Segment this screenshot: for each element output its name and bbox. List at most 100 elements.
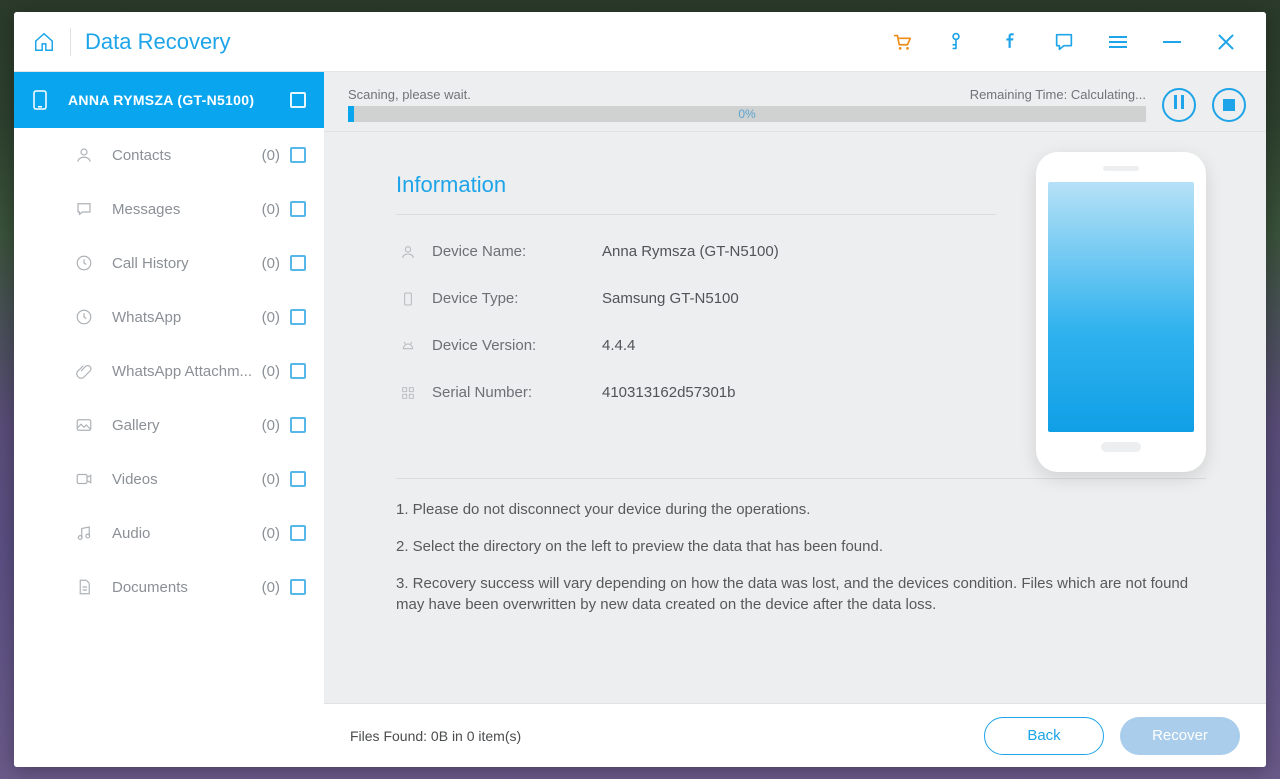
category-checkbox[interactable]: [290, 525, 306, 541]
sidebar-item-audio[interactable]: Audio (0): [14, 506, 324, 560]
person-icon: [396, 244, 420, 260]
device-type-label: Device Type:: [432, 290, 602, 307]
device-name-label: Device Name:: [432, 243, 602, 260]
scan-status: Scaning, please wait.: [348, 87, 471, 102]
category-label: Audio: [112, 525, 258, 542]
sidebar-item-gallery[interactable]: Gallery (0): [14, 398, 324, 452]
stop-icon: [1223, 99, 1235, 111]
category-label: Contacts: [112, 147, 258, 164]
device-header[interactable]: ANNA RYMSZA (GT-N5100): [14, 72, 324, 128]
category-checkbox[interactable]: [290, 471, 306, 487]
sidebar-item-documents[interactable]: Documents (0): [14, 560, 324, 614]
category-checkbox[interactable]: [290, 579, 306, 595]
category-checkbox[interactable]: [290, 201, 306, 217]
close-button[interactable]: [1206, 22, 1246, 62]
callhistory-icon: [72, 254, 96, 272]
category-checkbox[interactable]: [290, 147, 306, 163]
category-count: (0): [262, 525, 280, 542]
category-count: (0): [262, 309, 280, 326]
home-button[interactable]: [24, 22, 64, 62]
home-icon: [33, 31, 55, 53]
messages-icon: [72, 200, 96, 218]
notes: 1. Please do not disconnect your device …: [396, 499, 1206, 615]
sidebar-item-whatsapp[interactable]: WhatsApp (0): [14, 290, 324, 344]
chat-icon: [1053, 31, 1075, 53]
category-count: (0): [262, 201, 280, 218]
contacts-icon: [72, 146, 96, 164]
phone-icon: [28, 90, 52, 110]
files-found-status: Files Found: 0B in 0 item(s): [350, 728, 521, 744]
menu-icon: [1109, 33, 1127, 51]
serial-value: 410313162d57301b: [602, 384, 735, 401]
pause-button[interactable]: [1162, 88, 1196, 122]
device-name-label: ANNA RYMSZA (GT-N5100): [68, 92, 290, 108]
category-count: (0): [262, 363, 280, 380]
sidebar: ANNA RYMSZA (GT-N5100) Contacts (0) Mess…: [14, 72, 324, 767]
category-checkbox[interactable]: [290, 309, 306, 325]
device-checkbox[interactable]: [290, 92, 306, 108]
phone-illustration: [1036, 152, 1206, 472]
category-label: WhatsApp: [112, 309, 258, 326]
footer: Files Found: 0B in 0 item(s) Back Recove…: [324, 703, 1266, 767]
gallery-icon: [72, 416, 96, 434]
facebook-button[interactable]: [990, 22, 1030, 62]
note-1: 1. Please do not disconnect your device …: [396, 499, 1206, 520]
category-label: Gallery: [112, 417, 258, 434]
menu-button[interactable]: [1098, 22, 1138, 62]
sidebar-item-videos[interactable]: Videos (0): [14, 452, 324, 506]
app-window: Data Recovery: [14, 12, 1266, 767]
feedback-button[interactable]: [1044, 22, 1084, 62]
android-icon: [396, 338, 420, 354]
category-checkbox[interactable]: [290, 417, 306, 433]
serial-label: Serial Number:: [432, 384, 602, 401]
sidebar-item-messages[interactable]: Messages (0): [14, 182, 324, 236]
videos-icon: [72, 470, 96, 488]
minimize-icon: [1163, 41, 1181, 43]
category-count: (0): [262, 417, 280, 434]
stop-button[interactable]: [1212, 88, 1246, 122]
device-version-label: Device Version:: [432, 337, 602, 354]
progress-bar: 0%: [348, 106, 1146, 122]
category-checkbox[interactable]: [290, 363, 306, 379]
sidebar-item-contacts[interactable]: Contacts (0): [14, 128, 324, 182]
category-count: (0): [262, 579, 280, 596]
cart-button[interactable]: [882, 22, 922, 62]
sidebar-item-waattach[interactable]: WhatsApp Attachm... (0): [14, 344, 324, 398]
category-count: (0): [262, 147, 280, 164]
category-count: (0): [262, 471, 280, 488]
facebook-icon: [999, 31, 1021, 53]
device-version-value: 4.4.4: [602, 337, 635, 354]
category-label: WhatsApp Attachm...: [112, 363, 258, 380]
sidebar-item-callhistory[interactable]: Call History (0): [14, 236, 324, 290]
pause-icon: [1172, 95, 1186, 114]
app-title: Data Recovery: [85, 29, 231, 55]
titlebar: Data Recovery: [14, 12, 1266, 72]
divider: [396, 478, 1206, 479]
documents-icon: [72, 578, 96, 596]
minimize-button[interactable]: [1152, 22, 1192, 62]
whatsapp-icon: [72, 308, 96, 326]
key-button[interactable]: [936, 22, 976, 62]
close-icon: [1217, 33, 1235, 51]
progress-percent: 0%: [738, 106, 755, 122]
category-label: Videos: [112, 471, 258, 488]
info-title: Information: [396, 172, 996, 198]
divider: [396, 214, 996, 215]
scan-remaining: Remaining Time: Calculating...: [970, 87, 1146, 102]
qr-icon: [396, 385, 420, 401]
phone-small-icon: [396, 291, 420, 307]
scan-bar: Scaning, please wait. Remaining Time: Ca…: [324, 72, 1266, 132]
back-button[interactable]: Back: [984, 717, 1104, 755]
device-type-value: Samsung GT-N5100: [602, 290, 739, 307]
category-checkbox[interactable]: [290, 255, 306, 271]
progress-fill: [348, 106, 354, 122]
category-count: (0): [262, 255, 280, 272]
titlebar-divider: [70, 28, 71, 56]
category-label: Documents: [112, 579, 258, 596]
category-label: Call History: [112, 255, 258, 272]
note-3: 3. Recovery success will vary depending …: [396, 573, 1206, 615]
key-icon: [945, 31, 967, 53]
audio-icon: [72, 524, 96, 542]
note-2: 2. Select the directory on the left to p…: [396, 536, 1206, 557]
recover-button[interactable]: Recover: [1120, 717, 1240, 755]
